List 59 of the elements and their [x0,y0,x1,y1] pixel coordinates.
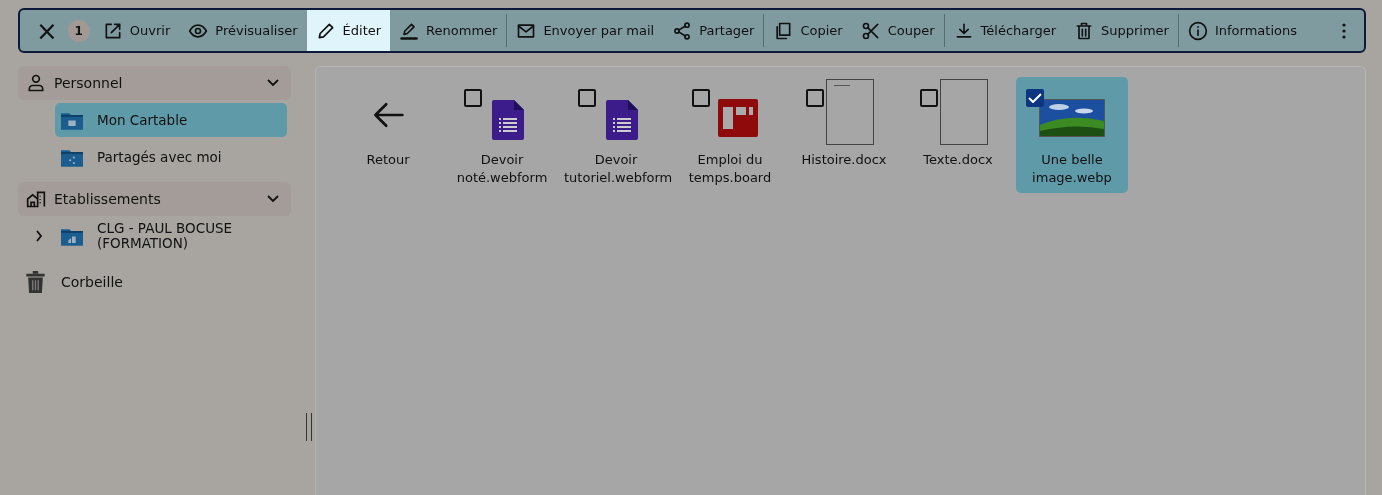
section-icon [26,73,46,93]
folder-icon [61,110,83,130]
checkbox[interactable] [464,89,482,107]
section-label: Personnel [54,75,124,91]
board-file-icon [718,99,758,137]
file-item[interactable]: Devoir noté.webform [446,77,558,193]
sidebar-item[interactable]: Mon Cartable [55,103,287,137]
checkbox[interactable] [692,89,710,107]
file-item[interactable]: Une belle image.webp [1016,77,1128,193]
section-header[interactable]: Personnel [18,66,291,100]
section-label: Etablissements [54,191,162,207]
toolbar-button[interactable]: Informations [1178,10,1306,51]
toolbar-button[interactable]: Télécharger [944,10,1065,51]
checkbox[interactable] [1026,89,1044,107]
selection-count: 1 [67,19,90,42]
pencil-line-icon [399,20,420,41]
file-item[interactable]: Devoir tutoriel.webform [560,77,672,193]
more-icon [1342,22,1346,39]
toolbar-button[interactable]: Couper [851,10,944,51]
section-icon [26,189,46,209]
trash-item[interactable]: Corbeille [26,271,186,293]
checkbox[interactable] [578,89,596,107]
resize-handle[interactable] [306,413,312,441]
file-item[interactable]: Histoire.docx [788,77,900,175]
sidebar-item[interactable]: CLG - PAUL BOCUSE (FORMATION) [55,219,287,253]
file-item[interactable]: Emploi du temps.board [674,77,786,193]
scissors-icon [860,20,881,41]
document-thumbnail [826,79,874,145]
checkbox[interactable] [920,89,938,107]
file-name: Retour [365,151,411,169]
file-name: Devoir noté.webform [455,151,549,187]
trash-icon [1074,20,1094,41]
toolbar-button[interactable]: Copier [764,10,852,51]
file-name: Texte.docx [922,151,994,169]
toolbar-button[interactable]: Supprimer [1065,10,1178,51]
form-file-icon [606,100,638,140]
section-header[interactable]: Etablissements [18,182,291,216]
file-name: Emploi du temps.board [687,151,773,187]
checkbox[interactable] [806,89,824,107]
folder-icon [61,226,83,246]
toolbar-button[interactable]: Renommer [390,10,507,51]
toolbar-button[interactable]: Prévisualiser [179,10,307,51]
copy-icon [773,20,794,41]
info-icon [1187,20,1208,41]
document-thumbnail [940,79,988,145]
file-name: Histoire.docx [800,151,888,169]
close-button[interactable]: × [30,17,64,44]
toolbar-button[interactable]: Ouvrir [93,10,180,51]
file-item[interactable]: Retour [332,77,444,175]
form-file-icon [492,100,524,140]
toolbar-button[interactable]: Partager [663,10,764,51]
trash-icon [26,271,45,293]
toolbar-button[interactable]: Envoyer par mail [507,10,664,51]
folder-icon [61,147,83,167]
toolbar-button[interactable]: Éditer [306,10,391,51]
file-item[interactable]: Texte.docx [902,77,1014,175]
file-name: Une belle image.webp [1031,151,1113,187]
share-icon [672,20,693,41]
sidebar-item[interactable]: Partagés avec moi [55,140,287,174]
